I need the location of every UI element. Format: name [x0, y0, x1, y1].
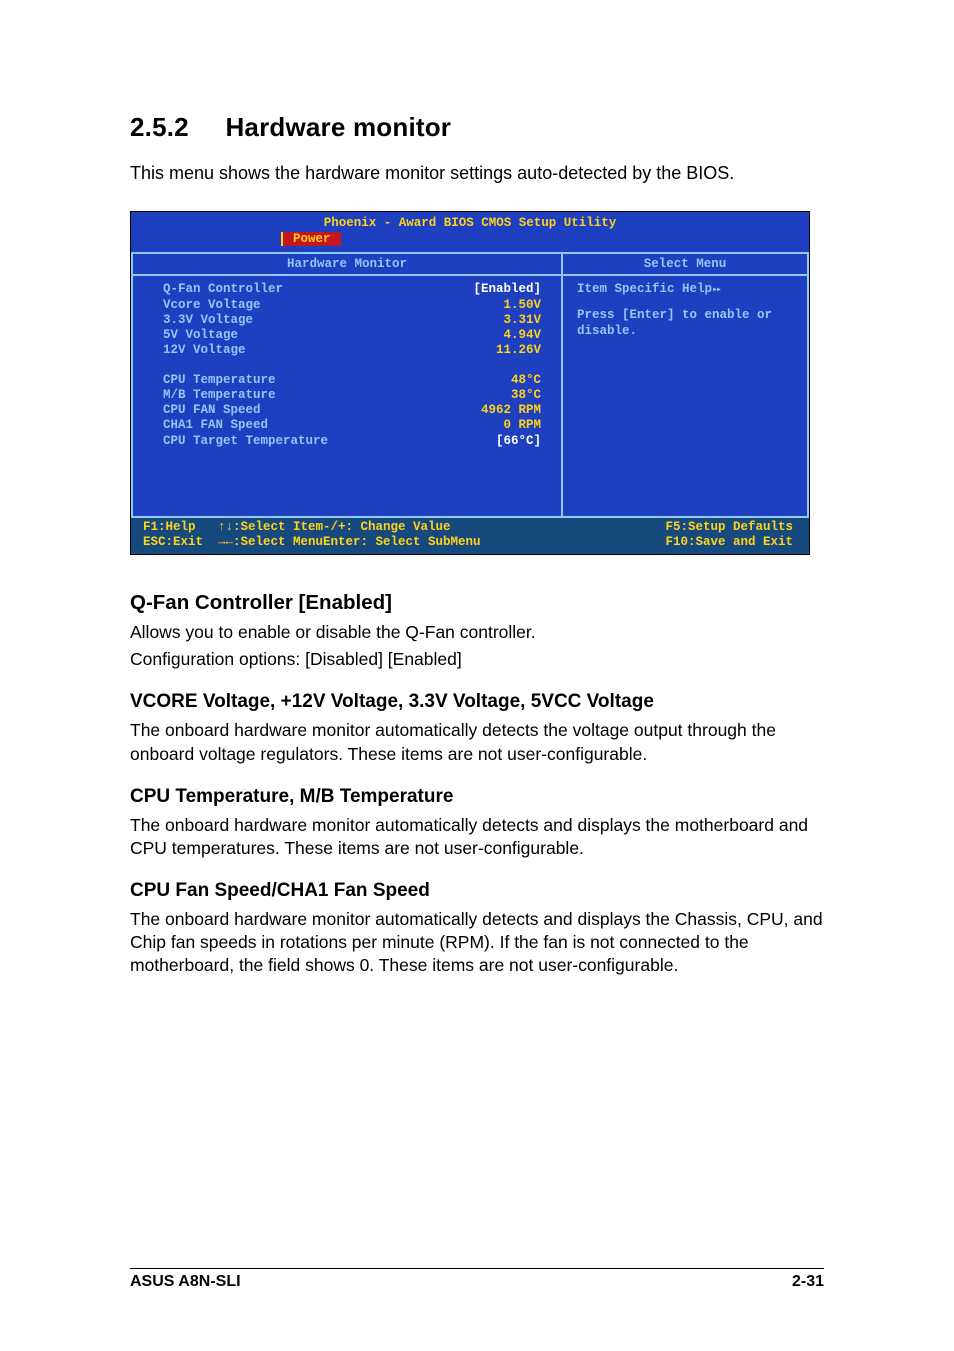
keyhint: ESC:Exit →←:Select Menu [143, 535, 323, 550]
setting-label: CPU FAN Speed [163, 403, 451, 418]
setting-value: 3.31V [451, 313, 541, 328]
setting-row: CHA1 FAN Speed 0 RPM [163, 418, 541, 433]
section-number: 2.5.2 [130, 112, 218, 143]
section-title: Hardware monitor [225, 112, 451, 142]
setting-label: 5V Voltage [163, 328, 451, 343]
body-text: The onboard hardware monitor automatical… [130, 814, 824, 860]
arrow-right-icon [712, 282, 720, 296]
setting-value: 1.50V [451, 298, 541, 313]
bios-help-panel: Item Specific Help Press [Enter] to enab… [563, 276, 807, 516]
setting-value: 38°C [451, 388, 541, 403]
bios-header-right: Select Menu [563, 254, 807, 274]
setting-row: 5V Voltage 4.94V [163, 328, 541, 343]
setting-value: 4.94V [451, 328, 541, 343]
setting-row: 12V Voltage 11.26V [163, 343, 541, 358]
subsection-heading: Q-Fan Controller [Enabled] [130, 591, 824, 615]
body-text: The onboard hardware monitor automatical… [130, 719, 824, 765]
bios-screenshot: Phoenix - Award BIOS CMOS Setup Utility … [130, 211, 810, 555]
body-text: Allows you to enable or disable the Q-Fa… [130, 621, 824, 644]
setting-label: M/B Temperature [163, 388, 451, 403]
body-text: The onboard hardware monitor automatical… [130, 908, 824, 977]
setting-value: 0 RPM [451, 418, 541, 433]
setting-value: [66°C] [451, 434, 541, 449]
setting-row: CPU FAN Speed 4962 RPM [163, 403, 541, 418]
keyhint: -/+: Change Value [323, 520, 573, 535]
bios-title: Phoenix - Award BIOS CMOS Setup Utility [131, 212, 809, 232]
body-text: Configuration options: [Disabled] [Enabl… [130, 648, 824, 671]
page-footer: ASUS A8N-SLI 2-31 [130, 1268, 824, 1291]
footer-page-number: 2-31 [792, 1273, 824, 1291]
keyhint: F10:Save and Exit [573, 535, 799, 550]
bios-settings-panel: Q-Fan Controller [Enabled] Vcore Voltage… [133, 276, 563, 516]
setting-label: CHA1 FAN Speed [163, 418, 451, 433]
setting-label: CPU Target Temperature [163, 434, 451, 449]
setting-row[interactable]: CPU Target Temperature [66°C] [163, 434, 541, 449]
bios-tab-row: Power [131, 232, 809, 252]
bios-active-tab[interactable]: Power [281, 232, 341, 246]
help-title: Item Specific Help [577, 282, 712, 296]
bios-header-left: Hardware Monitor [133, 254, 563, 274]
setting-value: [Enabled] [451, 282, 541, 297]
setting-row: CPU Temperature 48°C [163, 373, 541, 388]
setting-label: CPU Temperature [163, 373, 451, 388]
setting-value: 4962 RPM [451, 403, 541, 418]
bios-keyhint-bar: F1:Help ↑↓:Select Item -/+: Change Value… [131, 518, 809, 554]
setting-label: Vcore Voltage [163, 298, 451, 313]
footer-product: ASUS A8N-SLI [130, 1273, 241, 1291]
setting-label: Q-Fan Controller [163, 282, 451, 297]
intro-paragraph: This menu shows the hardware monitor set… [130, 161, 824, 185]
bios-frame: Hardware Monitor Select Menu Q-Fan Contr… [131, 252, 809, 518]
setting-row[interactable]: Q-Fan Controller [Enabled] [163, 282, 541, 297]
setting-label: 3.3V Voltage [163, 313, 451, 328]
subsection-heading: VCORE Voltage, +12V Voltage, 3.3V Voltag… [130, 691, 824, 713]
setting-row: 3.3V Voltage 3.31V [163, 313, 541, 328]
setting-value: 11.26V [451, 343, 541, 358]
keyhint: Enter: Select SubMenu [323, 535, 573, 550]
help-body: Press [Enter] to enable or disable. [577, 308, 793, 339]
setting-row: M/B Temperature 38°C [163, 388, 541, 403]
bios-column-headers: Hardware Monitor Select Menu [133, 254, 807, 276]
setting-row: Vcore Voltage 1.50V [163, 298, 541, 313]
setting-label: 12V Voltage [163, 343, 451, 358]
keyhint: F1:Help ↑↓:Select Item [143, 520, 323, 535]
section-heading: 2.5.2 Hardware monitor [130, 112, 824, 143]
subsection-heading: CPU Fan Speed/CHA1 Fan Speed [130, 880, 824, 902]
keyhint: F5:Setup Defaults [573, 520, 799, 535]
subsection-heading: CPU Temperature, M/B Temperature [130, 786, 824, 808]
setting-value: 48°C [451, 373, 541, 388]
